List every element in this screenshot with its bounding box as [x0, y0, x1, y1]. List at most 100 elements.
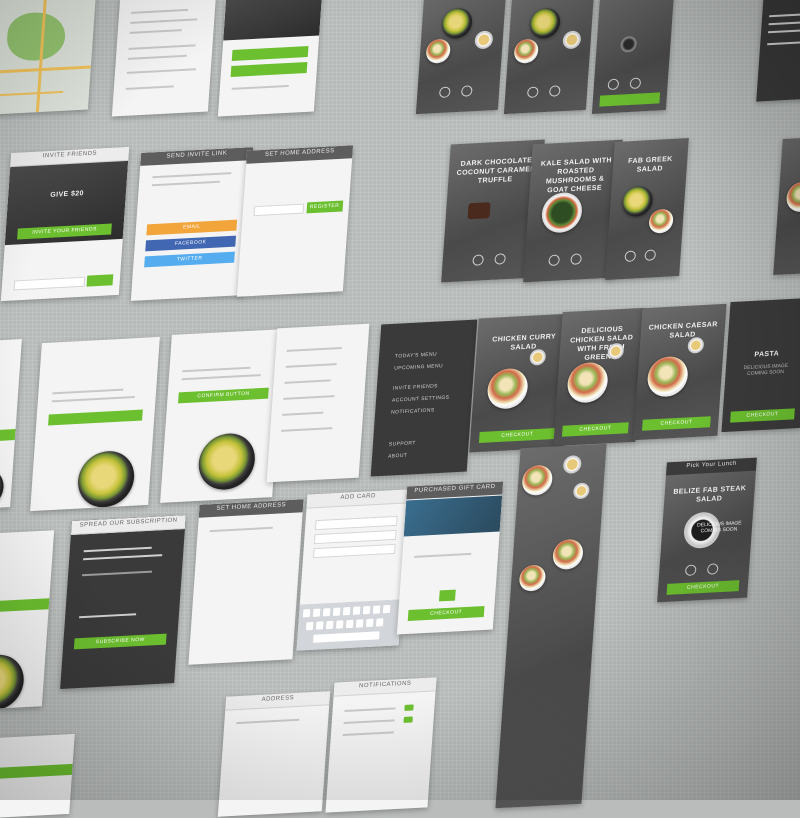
dish-screen[interactable]: [415, 0, 507, 115]
checkout-button[interactable]: CHECKOUT: [666, 580, 740, 595]
key[interactable]: [325, 620, 334, 630]
key[interactable]: [342, 607, 351, 616]
map-screen[interactable]: [0, 0, 97, 115]
key[interactable]: [352, 606, 361, 615]
order-button[interactable]: [47, 409, 144, 426]
chicken-salad-screen[interactable]: DELICIOUS CHICKEN SALAD WITH FRESH GREEN…: [553, 307, 645, 447]
facebook-invite-button[interactable]: FACEBOOK: [145, 235, 236, 252]
register-button[interactable]: REGISTER: [306, 200, 343, 214]
checkout-button[interactable]: CHECKOUT: [479, 428, 556, 443]
qty-circle[interactable]: [684, 564, 697, 576]
dish-gallery-long-screen[interactable]: [495, 443, 607, 809]
address-field[interactable]: [253, 203, 305, 217]
invite-code-field[interactable]: [13, 276, 85, 291]
twitter-invite-button[interactable]: TWITTER: [144, 251, 235, 268]
home-checkout-screen[interactable]: CONFIRM BUTTON: [160, 329, 284, 503]
promo-screen[interactable]: [217, 0, 323, 117]
menu-item-account[interactable]: ACCOUNT SETTINGS: [392, 395, 450, 404]
menu-item-invite[interactable]: INVITE FRIENDS: [393, 383, 438, 391]
menu-item-about[interactable]: ABOUT: [388, 453, 408, 460]
menu-item-notifications[interactable]: NOTIFICATIONS: [391, 407, 435, 415]
subscribe-button[interactable]: SUBSCRIBE NOW: [74, 633, 167, 650]
dish-title: CHICKEN CAESAR SALAD: [648, 321, 718, 340]
qty-circle[interactable]: [644, 249, 657, 261]
invite-friends-screen[interactable]: INVITE FRIENDS GIVE $20 INVITE YOUR FRIE…: [0, 146, 130, 302]
qty-circle[interactable]: [629, 77, 642, 90]
qty-circle[interactable]: [526, 86, 539, 98]
key[interactable]: [322, 608, 331, 617]
key[interactable]: [375, 618, 384, 627]
key[interactable]: [365, 618, 374, 628]
order-button[interactable]: [0, 429, 16, 442]
address-list-screen[interactable]: [266, 323, 370, 483]
qty-circle[interactable]: [624, 250, 637, 262]
key[interactable]: [382, 604, 391, 614]
key[interactable]: [305, 621, 314, 631]
card-field[interactable]: [314, 529, 397, 545]
text-screen[interactable]: [111, 0, 217, 117]
notifications-screen[interactable]: NOTIFICATIONS: [325, 677, 437, 813]
qty-circle[interactable]: [494, 253, 506, 265]
key[interactable]: [335, 620, 344, 629]
home-screen-edge[interactable]: [0, 530, 55, 710]
confirm-button[interactable]: CONFIRM BUTTON: [178, 387, 269, 404]
key[interactable]: [362, 605, 371, 615]
checkout-button[interactable]: CHECKOUT: [642, 416, 711, 431]
subscription-screen[interactable]: SPREAD OUR SUBSCRIPTION SUBSCRIBE NOW: [60, 515, 186, 689]
qty-circle[interactable]: [472, 254, 484, 266]
menu-item-today[interactable]: TODAY'S MENU: [395, 351, 437, 359]
key[interactable]: [315, 621, 324, 630]
key[interactable]: [313, 631, 380, 643]
payment-keyboard-screen[interactable]: ADD CARD: [296, 489, 410, 651]
checkout-button[interactable]: CHECKOUT: [407, 605, 485, 622]
order-button[interactable]: [0, 763, 73, 780]
checkout-button[interactable]: CHECKOUT: [730, 408, 795, 423]
promo-button-secondary[interactable]: [230, 61, 308, 78]
key[interactable]: [372, 605, 381, 614]
address-book-screen[interactable]: ADDRESS: [217, 691, 331, 817]
email-invite-button[interactable]: EMAIL: [146, 219, 237, 236]
key[interactable]: [312, 608, 321, 617]
qty-circle[interactable]: [548, 254, 560, 267]
menu-drawer-screen[interactable]: TODAY'S MENU UPCOMING MENU INVITE FRIEND…: [370, 319, 478, 477]
key[interactable]: [345, 619, 354, 629]
dish-screen-edge[interactable]: [773, 136, 800, 276]
menu-item-upcoming[interactable]: UPCOMING MENU: [394, 363, 443, 372]
keyboard[interactable]: [296, 599, 402, 651]
home-screen-edge[interactable]: [0, 733, 75, 818]
text-line: [343, 731, 395, 737]
qty-circle[interactable]: [607, 78, 620, 91]
coming-soon-screen[interactable]: PASTA DELICIOUS IMAGE COMING SOON CHECKO…: [721, 297, 800, 433]
key[interactable]: [332, 607, 341, 616]
qty-circle[interactable]: [548, 85, 561, 97]
key[interactable]: [355, 619, 364, 628]
steak-detail-text-screen[interactable]: [756, 0, 800, 102]
card-field[interactable]: [315, 515, 398, 531]
promo-button[interactable]: [231, 45, 309, 62]
qty-circle[interactable]: [460, 85, 473, 97]
fab-salad-screen[interactable]: FAB GREEK SALAD: [605, 138, 689, 280]
card-field[interactable]: [313, 543, 396, 559]
menu-item-support[interactable]: SUPPORT: [389, 440, 416, 447]
dish-screen[interactable]: [503, 0, 595, 115]
dish-screen[interactable]: [591, 0, 675, 114]
chicken-caesar-screen[interactable]: CHICKEN CAESAR SALAD CHECKOUT: [633, 303, 727, 441]
notification-toggle[interactable]: [403, 716, 413, 723]
apply-button[interactable]: [439, 589, 456, 602]
checkout-button[interactable]: [599, 92, 660, 107]
notification-toggle[interactable]: [404, 704, 414, 711]
checkout-button[interactable]: CHECKOUT: [562, 422, 629, 437]
address-register-screen[interactable]: SET HOME ADDRESS REGISTER: [236, 145, 354, 297]
steak-salad-screen[interactable]: Pick Your Lunch BELIZE FAB STEAK SALAD D…: [657, 457, 757, 603]
order-button[interactable]: [0, 598, 50, 613]
qty-circle[interactable]: [706, 563, 719, 575]
send-invite-screen[interactable]: SEND INVITE LINK EMAIL FACEBOOK TWITTER: [130, 147, 254, 301]
key[interactable]: [302, 609, 311, 618]
qty-circle[interactable]: [570, 253, 582, 265]
share-button[interactable]: [86, 274, 114, 287]
set-address-screen[interactable]: SET HOME ADDRESS: [188, 499, 304, 665]
gift-card-screen[interactable]: PURCHASED GIFT CARD CHECKOUT: [396, 481, 504, 635]
qty-circle[interactable]: [438, 86, 451, 98]
home-screen-edge[interactable]: [0, 339, 22, 509]
home-screen[interactable]: [30, 336, 160, 512]
